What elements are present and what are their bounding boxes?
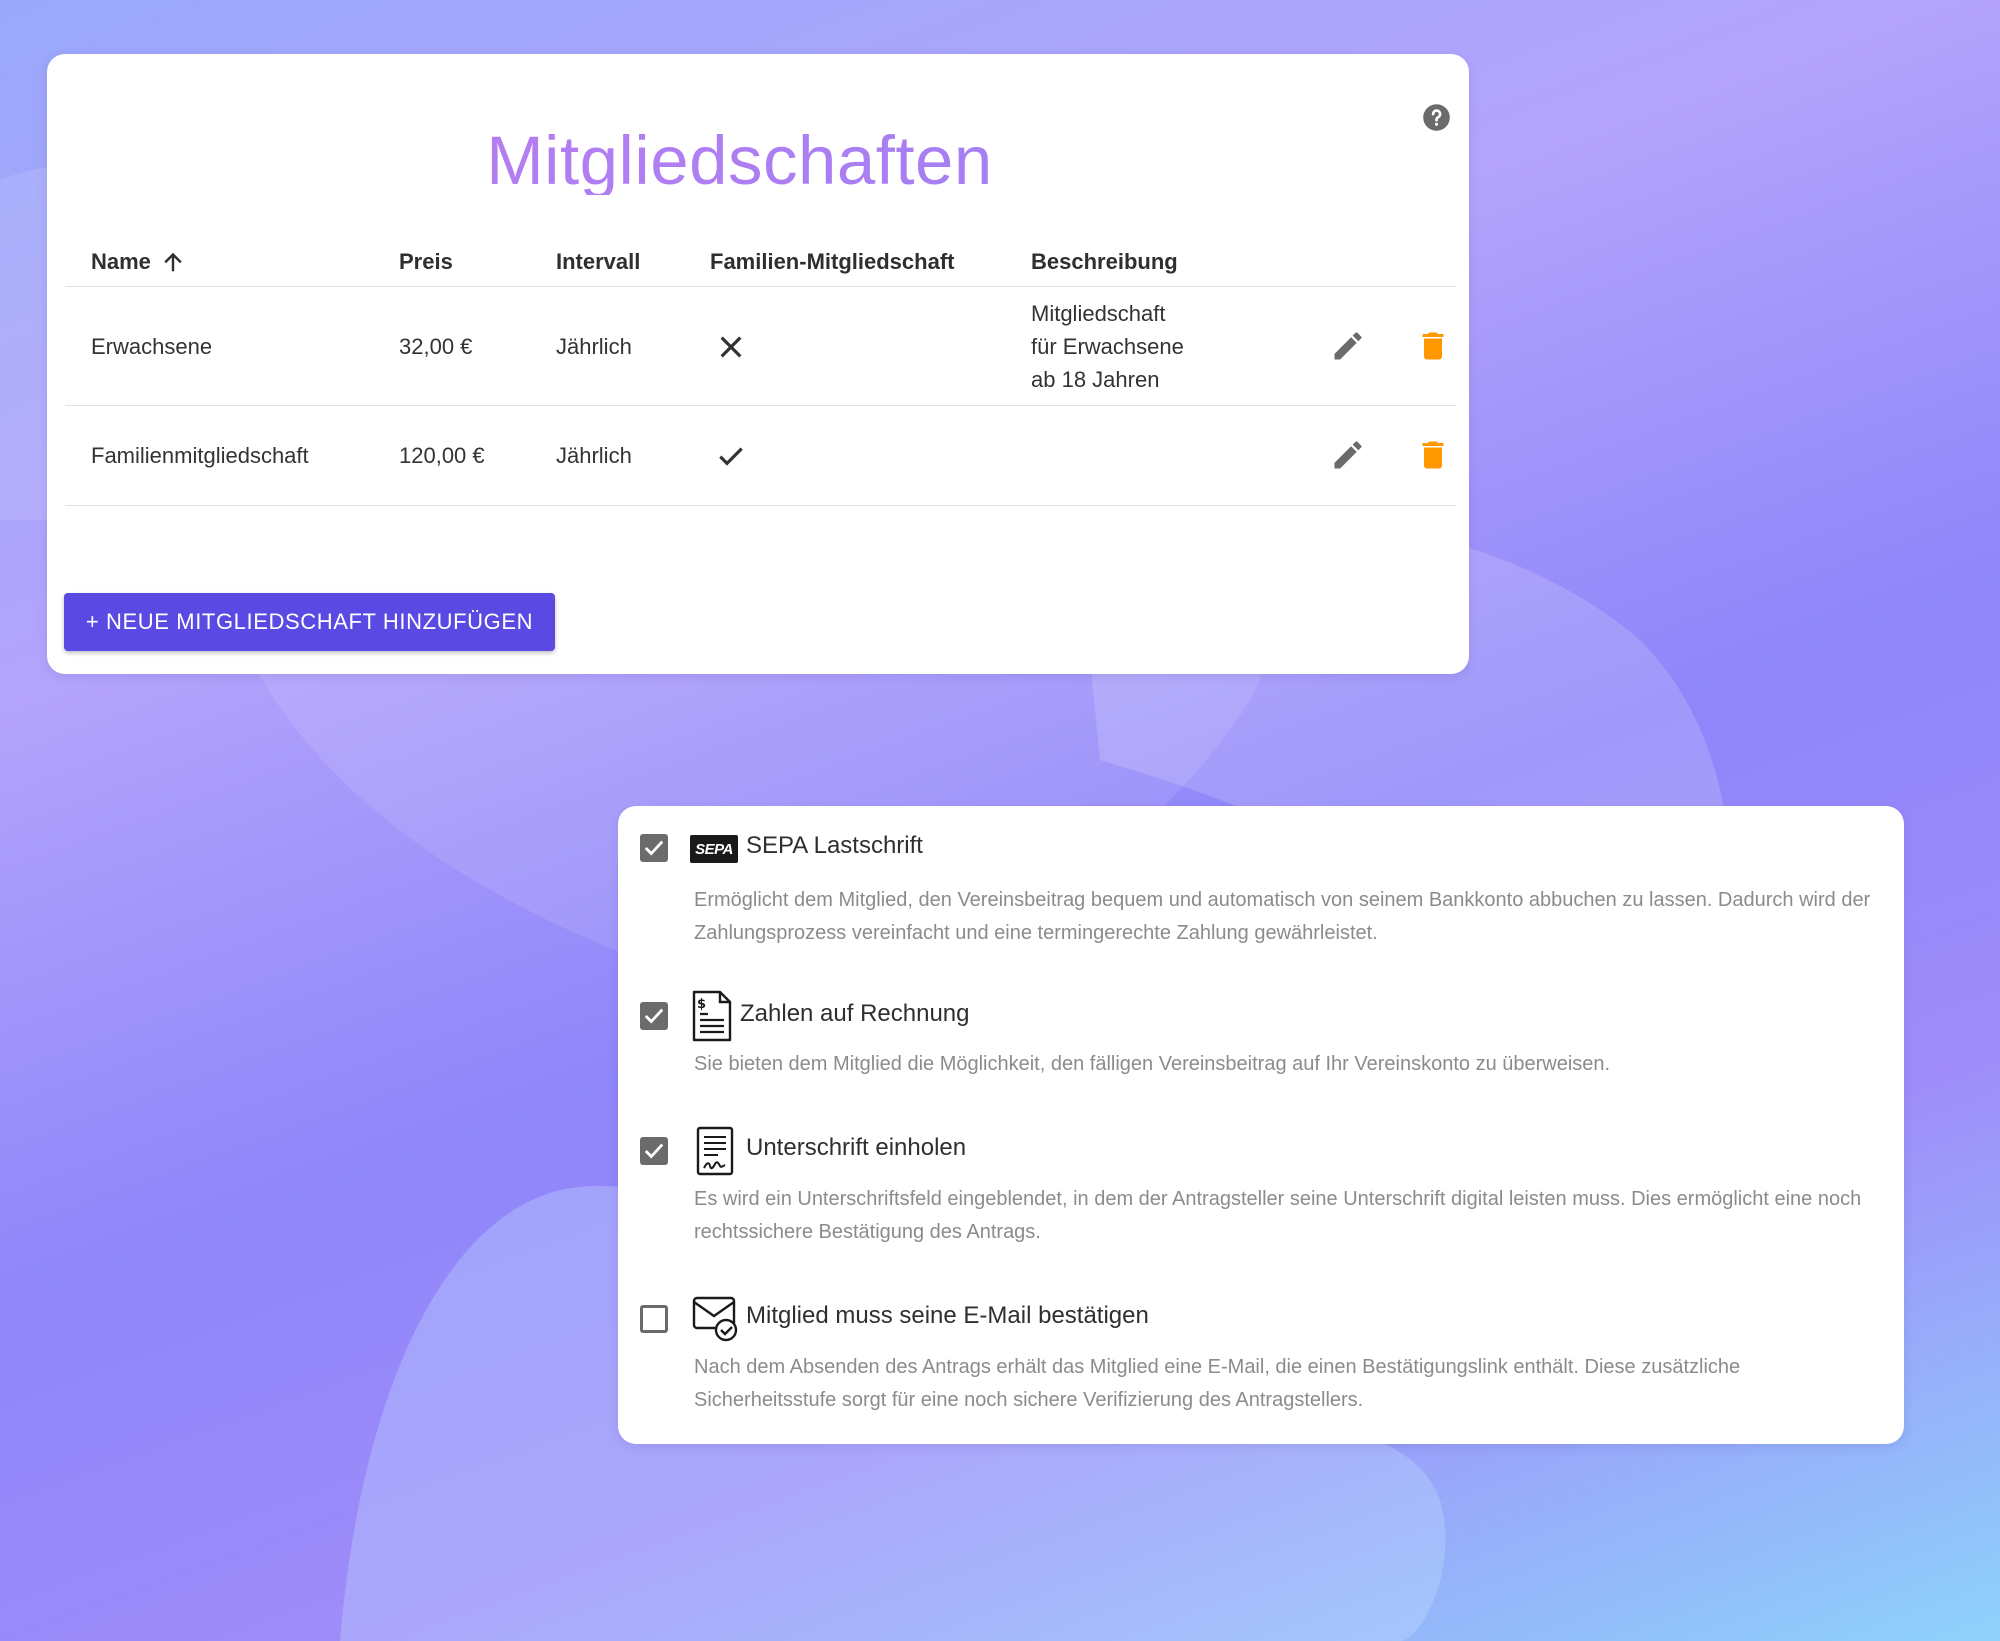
invoice-checkbox[interactable] [640,1002,668,1030]
option-description: Ermöglicht dem Mitglied, den Vereinsbeit… [694,889,1871,944]
option-title: Mitglied muss seine E-Mail bestätigen [746,1302,1149,1329]
invoice-document-icon: $ [692,990,732,1042]
option-description: Es wird ein Unterschriftsfeld eingeblend… [694,1188,1862,1243]
option-description: Nach dem Absenden des Antrags erhält das… [694,1356,1741,1411]
column-header-price[interactable]: Preis [399,249,453,275]
sepa-logo: SEPA [690,835,738,863]
option-title: Zahlen auf Rechnung [740,1000,970,1027]
cell-interval: Jährlich [556,443,632,468]
cell-name: Erwachsene [91,334,213,359]
trash-icon[interactable] [1415,328,1451,364]
checkmark-icon [644,840,664,856]
column-header-label: Intervall [556,249,641,274]
column-header-label: Beschreibung [1031,249,1178,274]
column-header-interval[interactable]: Intervall [556,249,640,275]
column-header-name[interactable]: Name [91,249,185,275]
signature-document-icon [696,1126,734,1176]
arrow-up-icon [164,252,182,272]
description-line: ab 18 Jahren [1031,367,1160,392]
sepa-checkbox[interactable] [640,834,668,862]
cell-price: 120,00 € [399,443,485,468]
checkmark-icon [644,1008,664,1024]
cell-interval: Jährlich [556,334,632,359]
memberships-table: Name Preis Intervall Familien-Mitgliedsc… [65,225,1456,506]
memberships-card: Mitgliedschaften Name Preis Intervall Fa… [47,54,1469,674]
table-row: Erwachsene 32,00 € Jährlich Mitgliedscha… [65,287,1456,406]
column-header-family[interactable]: Familien-Mitgliedschaft [710,249,954,275]
add-membership-button[interactable]: + NEUE MITGLIEDSCHAFT HINZUFÜGEN [64,593,555,651]
page-title: Mitgliedschaften [47,126,1432,195]
column-header-label: Name [91,249,151,274]
table-header: Name Preis Intervall Familien-Mitgliedsc… [65,225,1456,287]
option-description: Sie bieten dem Mitglied die Möglichkeit,… [694,1053,1611,1075]
cell-name: Familienmitgliedschaft [91,443,309,468]
trash-icon[interactable] [1415,437,1451,473]
check-icon [719,447,743,466]
option-title: Unterschrift einholen [746,1134,967,1161]
pencil-icon[interactable] [1330,437,1366,473]
column-header-description[interactable]: Beschreibung [1031,249,1178,275]
payment-options-card: SEPA SEPA Lastschrift Ermöglicht dem Mit… [618,806,1904,1444]
checkmark-icon [644,1143,664,1159]
email-verified-icon [692,1296,738,1342]
signature-checkbox[interactable] [640,1137,668,1165]
cell-description: Mitgliedschaft für Erwachsene ab 18 Jahr… [1031,297,1184,396]
column-header-label: Preis [399,249,453,274]
table-row: Familienmitgliedschaft 120,00 € Jährlich [65,406,1456,506]
cell-price: 32,00 € [399,334,473,359]
help-circle-icon[interactable] [1422,103,1451,132]
close-icon [720,336,742,358]
option-title: SEPA Lastschrift [746,832,923,859]
sepa-logo-text: SEPA [695,840,733,858]
email-confirmation-checkbox[interactable] [640,1305,668,1333]
description-line: für Erwachsene [1031,334,1184,359]
svg-text:$: $ [697,997,706,1012]
description-line: Mitgliedschaft [1031,301,1166,326]
pencil-icon[interactable] [1330,328,1366,364]
column-header-label: Familien-Mitgliedschaft [710,249,955,274]
